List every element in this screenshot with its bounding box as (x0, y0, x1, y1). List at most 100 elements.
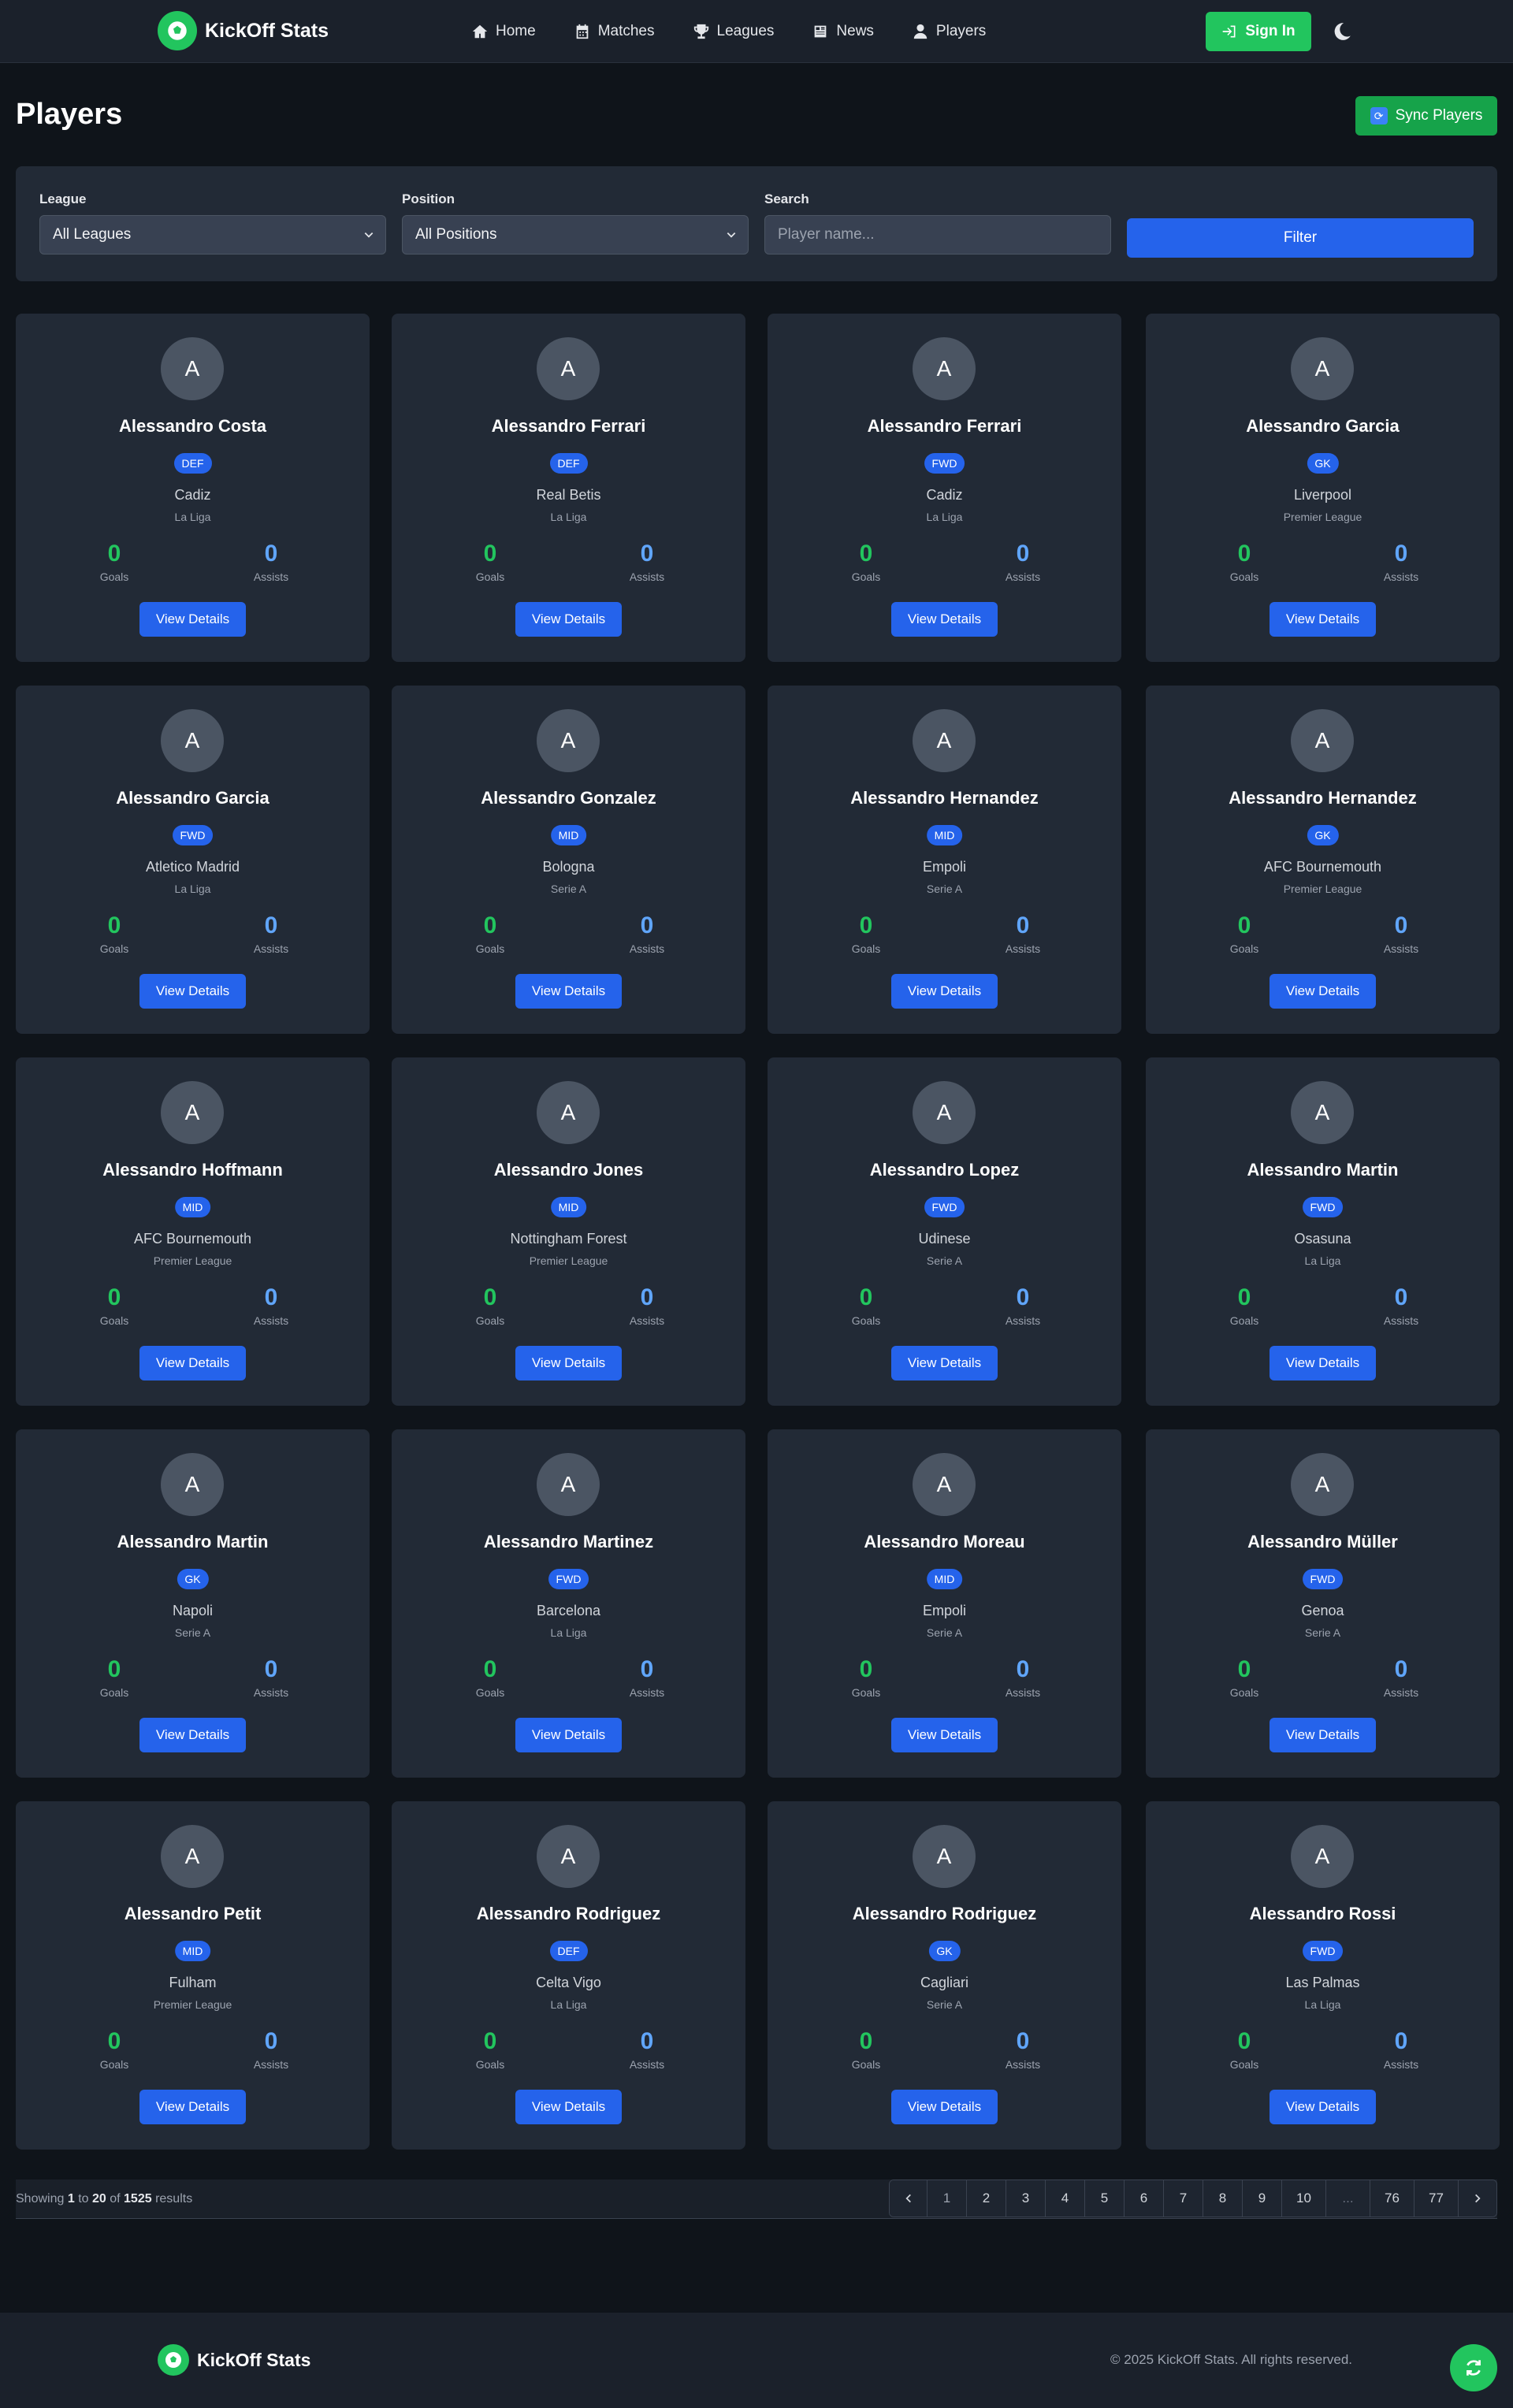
page-button[interactable]: 4 (1046, 2180, 1085, 2217)
footer-brand[interactable]: KickOff Stats (158, 2344, 310, 2376)
goals-label: Goals (851, 942, 881, 955)
nav-leagues[interactable]: Leagues (693, 23, 774, 40)
view-details-button[interactable]: View Details (139, 2090, 246, 2124)
view-details-button[interactable]: View Details (139, 1346, 246, 1381)
nav-players[interactable]: Players (912, 23, 986, 40)
player-name[interactable]: Alessandro Jones (392, 1160, 745, 1180)
player-name[interactable]: Alessandro Garcia (1146, 416, 1500, 437)
goals-label: Goals (99, 570, 129, 583)
page-button[interactable]: 10 (1282, 2180, 1326, 2217)
assists-label: Assists (253, 942, 289, 955)
assists-stat: 0 Assists (983, 2028, 1062, 2071)
player-name[interactable]: Alessandro Martin (16, 1532, 370, 1552)
brand-link[interactable]: KickOff Stats (158, 11, 329, 50)
search-filter: Search Player name... (764, 191, 1111, 255)
results-from: 1 (67, 2192, 75, 2205)
assists-value: 0 (264, 1656, 278, 1682)
goals-label: Goals (1229, 570, 1259, 583)
page-button[interactable]: 7 (1164, 2180, 1203, 2217)
player-name[interactable]: Alessandro Petit (16, 1904, 370, 1924)
sign-in-button[interactable]: Sign In (1206, 12, 1311, 51)
player-name[interactable]: Alessandro Martinez (392, 1532, 745, 1552)
assists-label: Assists (1383, 1686, 1419, 1699)
sync-players-button[interactable]: ⟳ Sync Players (1355, 96, 1497, 136)
view-details-button[interactable]: View Details (515, 2090, 622, 2124)
player-name[interactable]: Alessandro Hernandez (1146, 788, 1500, 808)
player-name[interactable]: Alessandro Garcia (16, 788, 370, 808)
assists-label: Assists (629, 1686, 665, 1699)
page-button[interactable]: 1 (928, 2180, 967, 2217)
player-avatar: A (1291, 337, 1354, 400)
player-name[interactable]: Alessandro Rodriguez (768, 1904, 1121, 1924)
goals-stat: 0 Goals (75, 1284, 154, 1327)
assists-stat: 0 Assists (232, 912, 310, 955)
view-details-button[interactable]: View Details (891, 1718, 998, 1752)
nav-news[interactable]: News (812, 23, 874, 40)
position-select[interactable]: All Positions (402, 215, 749, 255)
player-team: Genoa (1301, 1603, 1344, 1618)
nav-home[interactable]: Home (471, 23, 536, 40)
player-name[interactable]: Alessandro Hernandez (768, 788, 1121, 808)
view-details-button[interactable]: View Details (1270, 1718, 1376, 1752)
view-details-button[interactable]: View Details (139, 974, 246, 1009)
trophy-icon (693, 24, 708, 39)
results-summary: Showing 1 to 20 of 1525 results (16, 2192, 192, 2206)
next-page-button[interactable] (1459, 2180, 1496, 2217)
filter-button[interactable]: Filter (1127, 218, 1474, 258)
player-name[interactable]: Alessandro Lopez (768, 1160, 1121, 1180)
page-button[interactable]: 5 (1085, 2180, 1125, 2217)
view-details-button[interactable]: View Details (1270, 2090, 1376, 2124)
player-name[interactable]: Alessandro Hoffmann (16, 1160, 370, 1180)
refresh-button[interactable] (1450, 2344, 1497, 2391)
goals-stat: 0 Goals (1205, 1656, 1284, 1699)
page-button[interactable]: 76 (1370, 2180, 1414, 2217)
view-details-button[interactable]: View Details (515, 602, 622, 637)
player-name[interactable]: Alessandro Ferrari (768, 416, 1121, 437)
assists-label: Assists (629, 570, 665, 583)
moon-icon[interactable] (1332, 21, 1352, 42)
page-button[interactable]: 6 (1125, 2180, 1164, 2217)
player-name[interactable]: Alessandro Moreau (768, 1532, 1121, 1552)
player-avatar: A (1291, 1825, 1354, 1888)
player-name[interactable]: Alessandro Martin (1146, 1160, 1500, 1180)
view-details-button[interactable]: View Details (139, 602, 246, 637)
prev-page-button[interactable] (890, 2180, 928, 2217)
page-button[interactable]: 3 (1006, 2180, 1046, 2217)
footer: KickOff Stats © 2025 KickOff Stats. All … (0, 2313, 1513, 2408)
page-button[interactable]: 9 (1243, 2180, 1282, 2217)
nav-matches[interactable]: Matches (574, 23, 655, 40)
player-name[interactable]: Alessandro Rodriguez (392, 1904, 745, 1924)
page-button[interactable]: 8 (1203, 2180, 1243, 2217)
league-select[interactable]: All Leagues (39, 215, 386, 255)
view-details-button[interactable]: View Details (891, 2090, 998, 2124)
position-badge: FWD (1302, 1569, 1344, 1589)
assists-stat: 0 Assists (608, 1284, 686, 1327)
view-details-button[interactable]: View Details (891, 974, 998, 1009)
page-button[interactable]: 2 (967, 2180, 1006, 2217)
view-details-button[interactable]: View Details (891, 602, 998, 637)
view-details-button[interactable]: View Details (515, 1346, 622, 1381)
player-name[interactable]: Alessandro Rossi (1146, 1904, 1500, 1924)
goals-label: Goals (99, 942, 129, 955)
player-search-input[interactable]: Player name... (764, 215, 1111, 255)
view-details-button[interactable]: View Details (515, 974, 622, 1009)
player-name[interactable]: Alessandro Costa (16, 416, 370, 437)
position-badge: MID (550, 1197, 587, 1217)
player-league: La Liga (550, 511, 587, 523)
position-badge: GK (177, 1569, 209, 1589)
brand-name: KickOff Stats (205, 19, 329, 42)
view-details-button[interactable]: View Details (1270, 974, 1376, 1009)
view-details-button[interactable]: View Details (139, 1718, 246, 1752)
view-details-button[interactable]: View Details (515, 1718, 622, 1752)
page-button[interactable]: 77 (1414, 2180, 1459, 2217)
view-details-button[interactable]: View Details (1270, 1346, 1376, 1381)
view-details-button[interactable]: View Details (891, 1346, 998, 1381)
view-details-button[interactable]: View Details (1270, 602, 1376, 637)
player-name[interactable]: Alessandro Müller (1146, 1532, 1500, 1552)
filter-panel: League All Leagues Position All Position… (16, 166, 1497, 281)
player-name[interactable]: Alessandro Ferrari (392, 416, 745, 437)
assists-value: 0 (264, 541, 278, 567)
player-name[interactable]: Alessandro Gonzalez (392, 788, 745, 808)
footer-brand-name: KickOff Stats (197, 2349, 311, 2370)
position-badge: GK (1307, 825, 1339, 845)
